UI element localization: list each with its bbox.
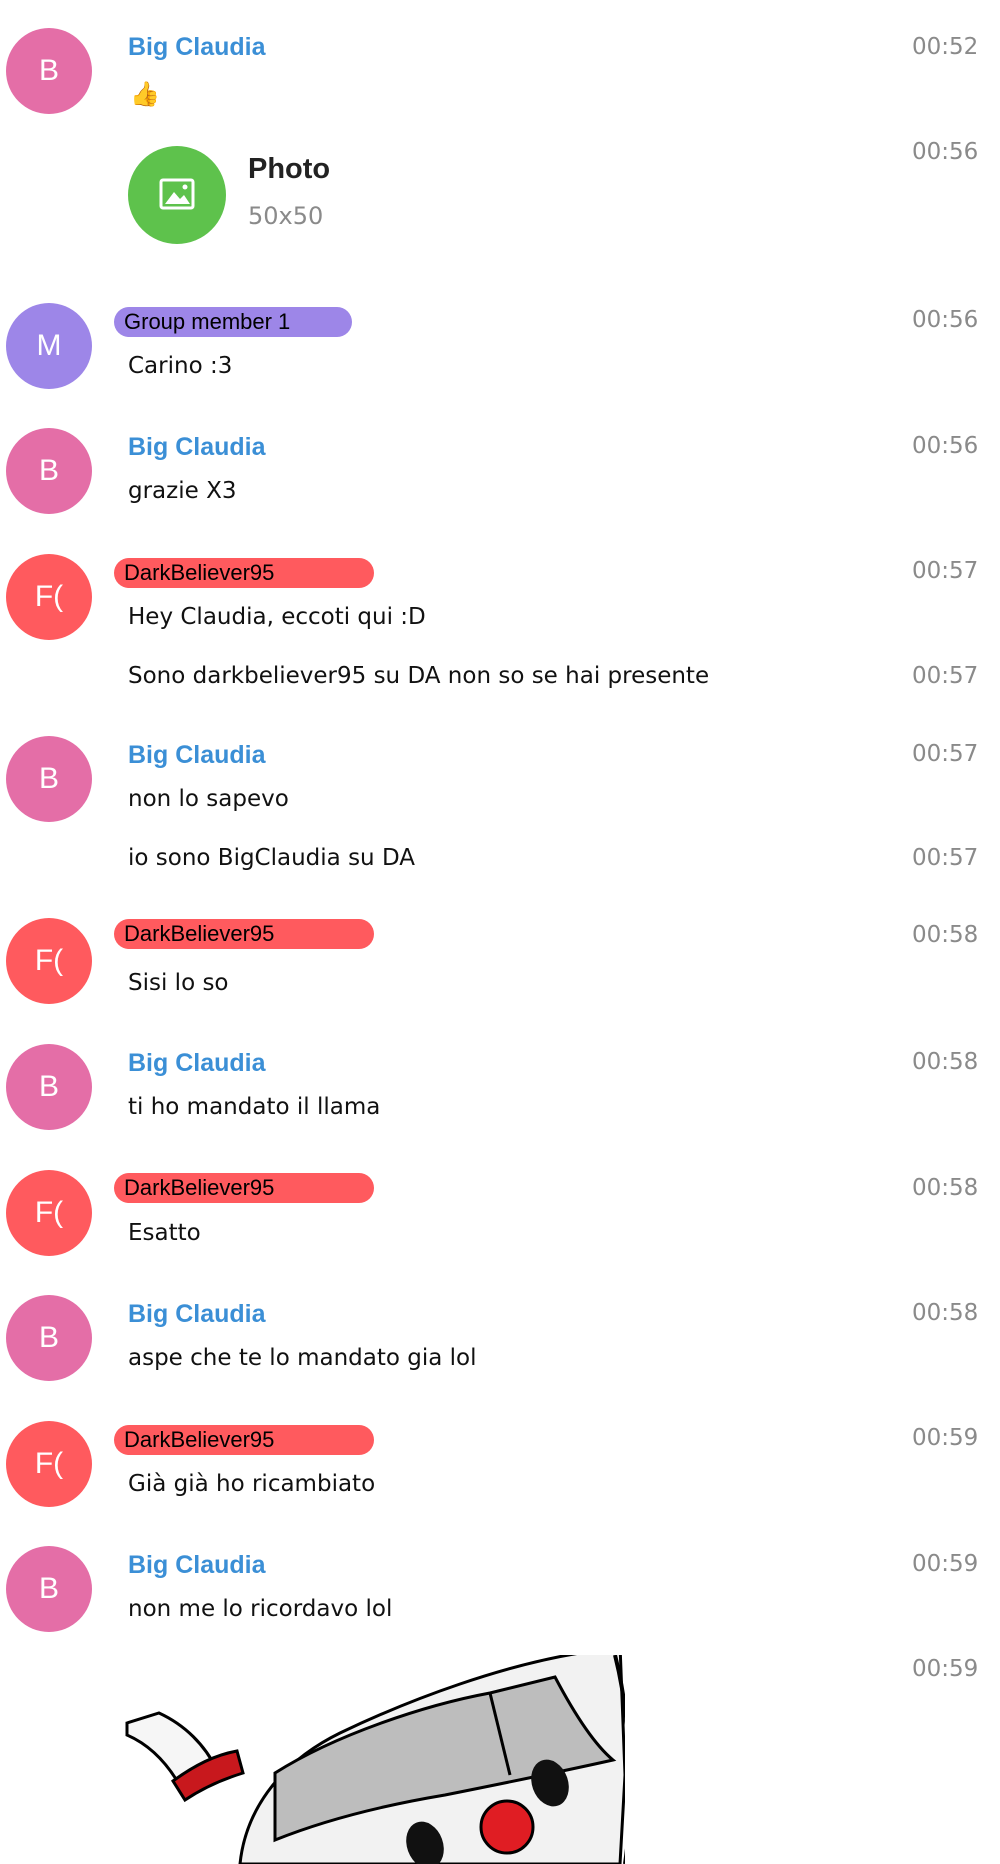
- avatar[interactable]: F(: [6, 918, 92, 1004]
- thumbs-up-icon: 👍: [130, 80, 160, 108]
- message-time: 00:58: [912, 1175, 979, 1201]
- avatar[interactable]: F(: [6, 554, 92, 640]
- avatar[interactable]: M: [6, 303, 92, 389]
- sender-name[interactable]: Big Claudia: [128, 741, 266, 770]
- sender-name[interactable]: DarkBeliever95: [114, 919, 374, 949]
- avatar[interactable]: B: [6, 28, 92, 114]
- chat-history: B Big Claudia 👍 00:52 Photo 50x50 00:56 …: [0, 0, 1000, 1864]
- sender-name[interactable]: Big Claudia: [128, 33, 266, 62]
- avatar[interactable]: B: [6, 428, 92, 514]
- sender-name[interactable]: DarkBeliever95: [114, 1173, 374, 1203]
- message-text: Sisi lo so: [128, 970, 229, 996]
- message-text: Hey Claudia, eccoti qui :D: [128, 604, 426, 630]
- message-time: 00:56: [912, 307, 979, 333]
- image-icon: [159, 178, 195, 210]
- message-time: 00:57: [912, 845, 979, 871]
- message-time: 00:57: [912, 558, 979, 584]
- message-time: 00:59: [912, 1656, 979, 1682]
- message-time: 00:57: [912, 663, 979, 689]
- avatar[interactable]: B: [6, 1546, 92, 1632]
- sender-name[interactable]: DarkBeliever95: [114, 1425, 374, 1455]
- sender-name[interactable]: Group member 1: [114, 307, 352, 337]
- message-text: Carino :3: [128, 353, 233, 379]
- message-time: 00:56: [912, 433, 979, 459]
- message-text: grazie X3: [128, 478, 237, 504]
- photo-size: 50x50: [248, 202, 324, 230]
- message-text: non me lo ricordavo lol: [128, 1596, 393, 1622]
- photo-attachment[interactable]: [128, 146, 226, 244]
- cuphead-sticker[interactable]: [125, 1655, 625, 1864]
- photo-title[interactable]: Photo: [248, 153, 330, 186]
- sender-name[interactable]: DarkBeliever95: [114, 558, 374, 588]
- message-time: 00:59: [912, 1425, 979, 1451]
- message-text: aspe che te lo mandato gia lol: [128, 1345, 477, 1371]
- sender-name[interactable]: Big Claudia: [128, 1049, 266, 1078]
- message-time: 00:56: [912, 139, 979, 165]
- avatar[interactable]: F(: [6, 1421, 92, 1507]
- message-time: 00:58: [912, 1300, 979, 1326]
- message-time: 00:57: [912, 741, 979, 767]
- avatar[interactable]: B: [6, 1044, 92, 1130]
- message-time: 00:59: [912, 1551, 979, 1577]
- message-text: Già già ho ricambiato: [128, 1471, 376, 1497]
- message-text: non lo sapevo: [128, 786, 289, 812]
- message-time: 00:58: [912, 922, 979, 948]
- message-text: Sono darkbeliever95 su DA non so se hai …: [128, 663, 710, 689]
- sender-name[interactable]: Big Claudia: [128, 1300, 266, 1329]
- message-time: 00:52: [912, 34, 979, 60]
- message-text: io sono BigClaudia su DA: [128, 845, 415, 871]
- avatar[interactable]: F(: [6, 1170, 92, 1256]
- message-time: 00:58: [912, 1049, 979, 1075]
- message-text: Esatto: [128, 1220, 201, 1246]
- sender-name[interactable]: Big Claudia: [128, 1551, 266, 1580]
- message-text: ti ho mandato il llama: [128, 1094, 381, 1120]
- sender-name[interactable]: Big Claudia: [128, 433, 266, 462]
- avatar[interactable]: B: [6, 736, 92, 822]
- avatar[interactable]: B: [6, 1295, 92, 1381]
